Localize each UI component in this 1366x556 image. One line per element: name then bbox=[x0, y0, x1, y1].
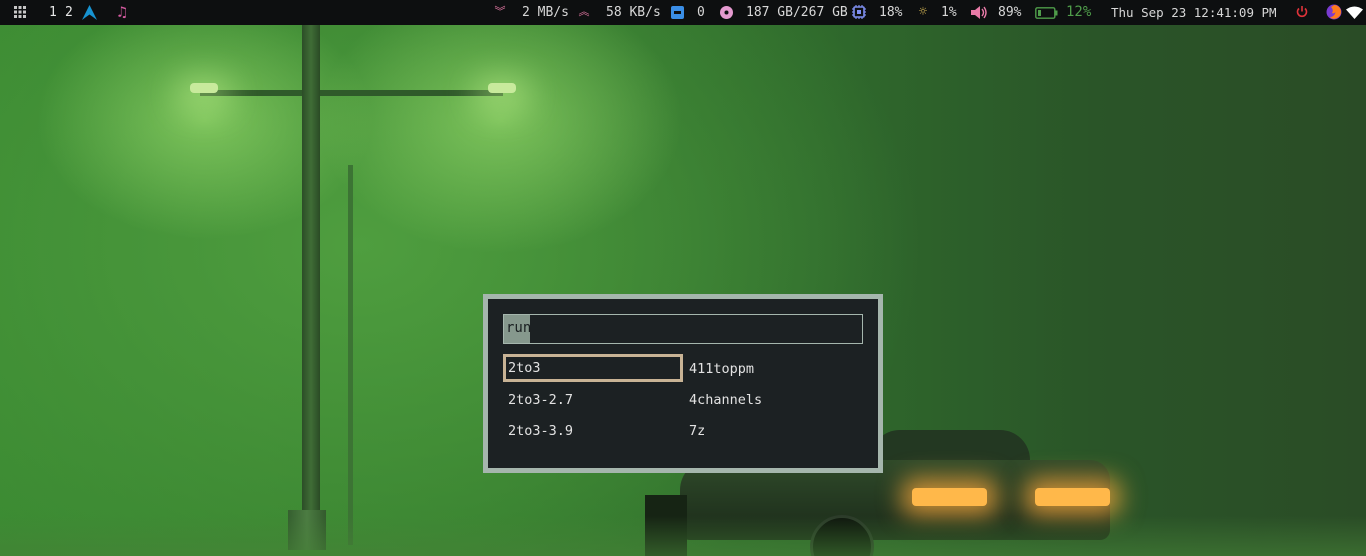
grid-icon[interactable] bbox=[13, 0, 27, 25]
updates-count: 0 bbox=[697, 5, 705, 20]
download-arrows-icon: ︾ bbox=[494, 5, 506, 18]
disk-usage: 187 GB/267 GB bbox=[746, 5, 848, 20]
entry-4channels[interactable]: 4channels bbox=[684, 388, 864, 416]
lamp-pole bbox=[302, 25, 320, 550]
speaker-icon[interactable] bbox=[971, 0, 988, 25]
cpu-chip-icon bbox=[852, 0, 866, 25]
thin-pole bbox=[348, 165, 353, 545]
lamp-light-right bbox=[488, 83, 516, 93]
battery-level: 12% bbox=[1066, 4, 1092, 20]
clock[interactable]: Thu Sep 23 12:41:09 PM bbox=[1111, 0, 1277, 25]
entry-2to3-2-7[interactable]: 2to3-2.7 bbox=[503, 388, 683, 416]
ground bbox=[0, 516, 1366, 556]
entry-2to3-3-9[interactable]: 2to3-3.9 bbox=[503, 419, 683, 447]
lamp-arm-right bbox=[318, 90, 503, 96]
run-input[interactable] bbox=[532, 315, 858, 343]
brightness-icon[interactable]: ☼ bbox=[915, 0, 931, 25]
car-headlight-right bbox=[1035, 488, 1110, 506]
entry-7z[interactable]: 7z bbox=[684, 419, 864, 447]
workspace-2[interactable]: 2 bbox=[65, 0, 73, 25]
lamp-light-left bbox=[190, 83, 218, 93]
disk-icon bbox=[719, 0, 733, 25]
cpu-usage: 18% bbox=[879, 5, 903, 20]
top-status-bar: 1 2 ♫ ︾ 2 MB/s ︽ 58 KB/s 0 187 GB/267 GB bbox=[0, 0, 1366, 25]
prompt-label: run bbox=[504, 315, 531, 343]
car-headlight-left bbox=[912, 488, 987, 506]
brightness-level: 1% bbox=[941, 5, 957, 20]
battery-icon bbox=[1034, 0, 1058, 25]
download-speed: 2 MB/s bbox=[522, 5, 569, 20]
firefox-icon[interactable] bbox=[1325, 0, 1342, 25]
upload-speed: 58 KB/s bbox=[606, 5, 661, 20]
volume-level: 89% bbox=[998, 5, 1022, 20]
entry-411toppm[interactable]: 411toppm bbox=[684, 357, 864, 385]
prompt-row: run bbox=[503, 314, 863, 344]
package-icon[interactable] bbox=[670, 0, 684, 25]
upload-arrows-icon: ︽ bbox=[578, 5, 590, 18]
power-icon[interactable] bbox=[1295, 0, 1309, 25]
entry-2to3[interactable]: 2to3 bbox=[503, 354, 683, 382]
arch-linux-icon[interactable] bbox=[81, 0, 97, 25]
run-launcher: run 2to3 411toppm 2to3-2.7 4channels 2to… bbox=[483, 294, 883, 473]
desktop-wallpaper bbox=[0, 25, 1366, 556]
music-note-icon[interactable]: ♫ bbox=[114, 0, 130, 25]
wifi-icon[interactable] bbox=[1345, 0, 1363, 25]
workspace-1[interactable]: 1 bbox=[49, 0, 57, 25]
